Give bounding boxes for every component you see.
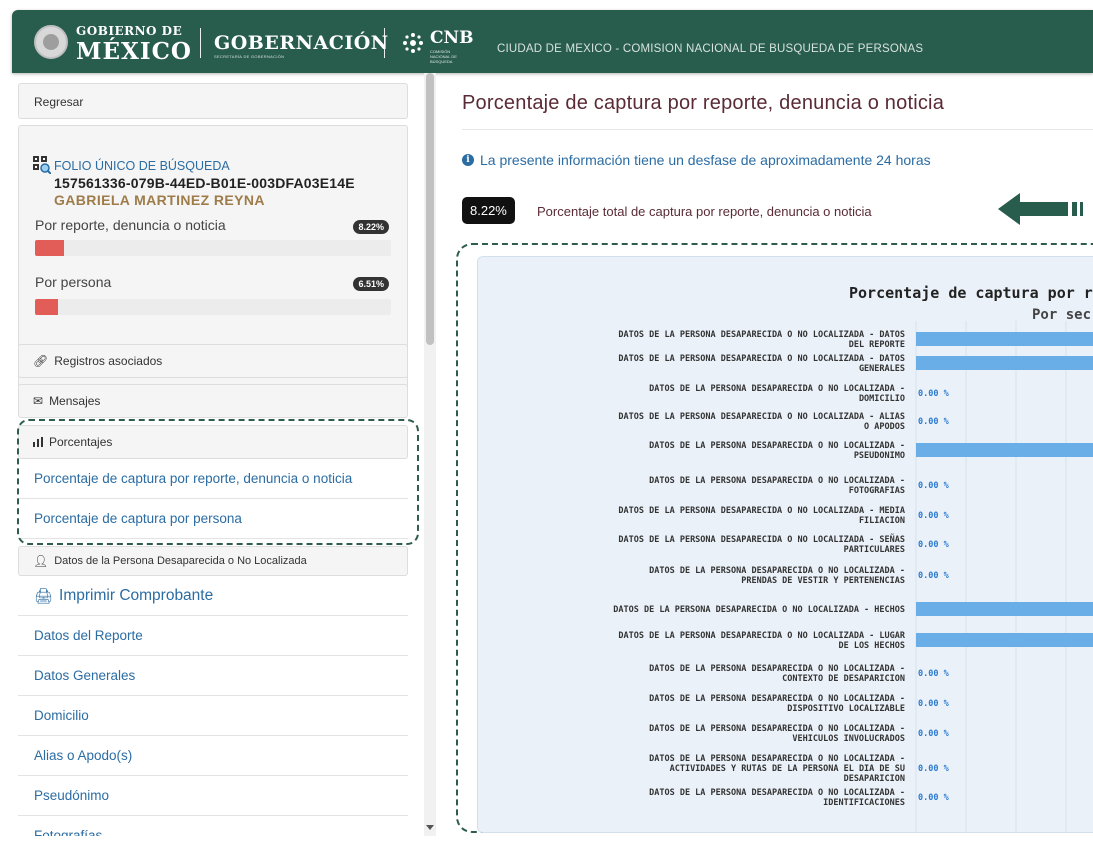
progress-fill-reporte [35, 240, 65, 256]
pct-persona-link[interactable]: Porcentaje de captura por persona [18, 499, 408, 539]
progress-badge-persona: 6.51% [353, 277, 389, 291]
nav-datos-reporte[interactable]: Datos del Reporte [18, 616, 408, 656]
gobernacion-sub: SECRETARÍA DE GOBERNACIÓN [214, 54, 285, 59]
category-label: DATOS DE LA PERSONA DESAPARECIDA O NO LO… [618, 534, 905, 555]
category-label: DATOS DE LA PERSONA DESAPARECIDA O NO LO… [649, 441, 905, 461]
info-text: La presente información tiene un desfase… [480, 152, 931, 168]
cnb-logo-icon [403, 33, 423, 53]
chart-bar [916, 602, 1093, 616]
registros-button[interactable]: 🔗︎ Registros asociados [18, 344, 408, 378]
category-label: DATOS DE LA PERSONA DESAPARECIDA O NO LO… [649, 566, 905, 586]
sidebar: Regresar FOLIO ÚNICO DE BÚSQUEDA 1575613… [18, 73, 416, 836]
chart-bar [916, 633, 1093, 647]
back-button[interactable]: Regresar [18, 83, 408, 119]
value-label: 0.00 % [918, 764, 950, 774]
value-label: 0.00 % [918, 389, 950, 399]
nav-fotografias[interactable]: Fotografías [18, 816, 408, 836]
category-label: DATOS DE LA PERSONA DESAPARECIDA O NO LO… [618, 506, 905, 526]
registros-label: Registros asociados [54, 354, 163, 368]
porcentajes-label: Porcentajes [49, 435, 113, 449]
app-frame: GOBIERNO DE MÉXICO GOBERNACIÓN SECRETARÍ… [0, 0, 1093, 856]
progress-label-reporte: Por reporte, denuncia o noticia [35, 217, 226, 233]
gob-mexico-logo: MÉXICO [76, 38, 192, 65]
mensajes-button[interactable]: ✉ Mensajes [18, 384, 408, 418]
printer-icon: 🖨︎ [34, 587, 54, 605]
bar-chart: DATOS DE LA PERSONA DESAPARECIDA O NO LO… [613, 321, 1093, 832]
mensajes-label: Mensajes [49, 394, 101, 408]
folio-id: 157561336-079B-44ED-B01E-003DFA03E14E [54, 175, 355, 191]
value-label: 0.00 % [918, 417, 950, 427]
progress-label-persona: Por persona [35, 274, 112, 290]
folio-label: FOLIO ÚNICO DE BÚSQUEDA [54, 159, 230, 173]
chart-panel: Porcentaje de captura por re Por sec DAT… [477, 256, 1093, 833]
envelope-icon: ✉ [33, 394, 44, 408]
top-header: GOBIERNO DE MÉXICO GOBERNACIÓN SECRETARÍ… [12, 10, 1093, 73]
title-divider [462, 129, 1093, 130]
coat-of-arms-icon [34, 25, 68, 59]
category-label: DATOS DE LA PERSONA DESAPARECIDA O NO LO… [649, 476, 905, 496]
category-label: DATOS DE LA PERSONA DESAPARECIDA O NO LO… [649, 724, 905, 744]
progress-bar-persona [35, 299, 391, 315]
nav-domicilio[interactable]: Domicilio [18, 696, 408, 736]
user-icon: 👤︎ [33, 554, 49, 568]
total-percentage-badge: 8.22% [462, 197, 515, 224]
progress-bar-reporte [35, 240, 391, 256]
person-name: GABRIELA MARTINEZ REYNA [54, 192, 265, 208]
total-percentage-label: Porcentaje total de captura por reporte,… [537, 204, 872, 219]
progress-fill-persona [35, 299, 59, 315]
chart-bar [916, 332, 1093, 346]
scroll-down-icon[interactable] [426, 825, 434, 830]
category-label: DATOS DE LA PERSONA DESAPARECIDA O NO LO… [649, 384, 905, 404]
info-icon: i [462, 154, 474, 166]
value-label: 0.00 % [918, 729, 950, 739]
imprimir-button[interactable]: 🖨︎ Imprimir Comprobante [18, 576, 408, 616]
nav-alias[interactable]: Alias o Apodo(s) [18, 736, 408, 776]
value-label: 0.00 % [918, 511, 950, 521]
value-label: 0.00 % [918, 571, 950, 581]
header-separator [384, 28, 385, 58]
qr-search-icon [33, 156, 51, 174]
chart-bar [916, 443, 1093, 457]
gobernacion-logo: GOBERNACIÓN [214, 32, 389, 54]
header-separator [200, 28, 201, 58]
imprimir-label: Imprimir Comprobante [59, 586, 214, 604]
arrow-left-icon [998, 193, 1083, 225]
category-label: DATOS DE LA PERSONA DESAPARECIDA O NO LO… [649, 664, 905, 684]
main-content: Porcentaje de captura por reporte, denun… [436, 73, 1093, 836]
pct-reporte-link[interactable]: Porcentaje de captura por reporte, denun… [18, 459, 408, 499]
chart-bar [916, 356, 1093, 370]
value-label: 0.00 % [918, 669, 950, 679]
category-label: DATOS DE LA PERSONA DESAPARECIDA O NO LO… [649, 754, 905, 784]
category-label: DATOS DE LA PERSONA DESAPARECIDA O NO LO… [618, 631, 905, 651]
value-label: 0.00 % [918, 793, 950, 803]
link-icon: 🔗︎ [33, 354, 49, 368]
porcentajes-header: Porcentajes [18, 425, 408, 459]
category-label: DATOS DE LA PERSONA DESAPARECIDA O NO LO… [649, 788, 905, 808]
nav-datos-generales[interactable]: Datos Generales [18, 656, 408, 696]
cnb-logo: CNB [430, 28, 474, 48]
category-label: DATOS DE LA PERSONA DESAPARECIDA O NO LO… [618, 412, 905, 432]
scrollbar-thumb[interactable] [426, 73, 434, 345]
category-label: DATOS DE LA PERSONA DESAPARECIDA O NO LO… [649, 694, 905, 714]
page-title: Porcentaje de captura por reporte, denun… [462, 92, 945, 114]
value-label: 0.00 % [918, 699, 950, 709]
progress-badge-reporte: 8.22% [353, 220, 389, 234]
category-label: DATOS DE LA PERSONA DESAPARECIDA O NO LO… [618, 330, 905, 350]
bar-chart-icon [33, 437, 43, 447]
datos-persona-label: Datos de la Persona Desaparecida o No Lo… [54, 555, 307, 567]
category-label: DATOS DE LA PERSONA DESAPARECIDA O NO LO… [618, 354, 905, 374]
datos-persona-header: 👤︎ Datos de la Persona Desaparecida o No… [18, 546, 408, 576]
category-label: DATOS DE LA PERSONA DESAPARECIDA O NO LO… [613, 605, 905, 615]
info-notice: i La presente información tiene un desfa… [462, 152, 931, 168]
value-label: 0.00 % [918, 540, 950, 550]
gob-small-label: GOBIERNO DE [76, 24, 183, 38]
value-label: 0.00 % [918, 481, 950, 491]
header-title: CIUDAD DE MEXICO - COMISION NACIONAL DE … [497, 43, 924, 55]
cnb-sub: COMISIÓN NACIONAL DE BÚSQUEDA [430, 49, 457, 64]
sidebar-scrollbar[interactable] [424, 73, 436, 836]
nav-pseudonimo[interactable]: Pseudónimo [18, 776, 408, 816]
